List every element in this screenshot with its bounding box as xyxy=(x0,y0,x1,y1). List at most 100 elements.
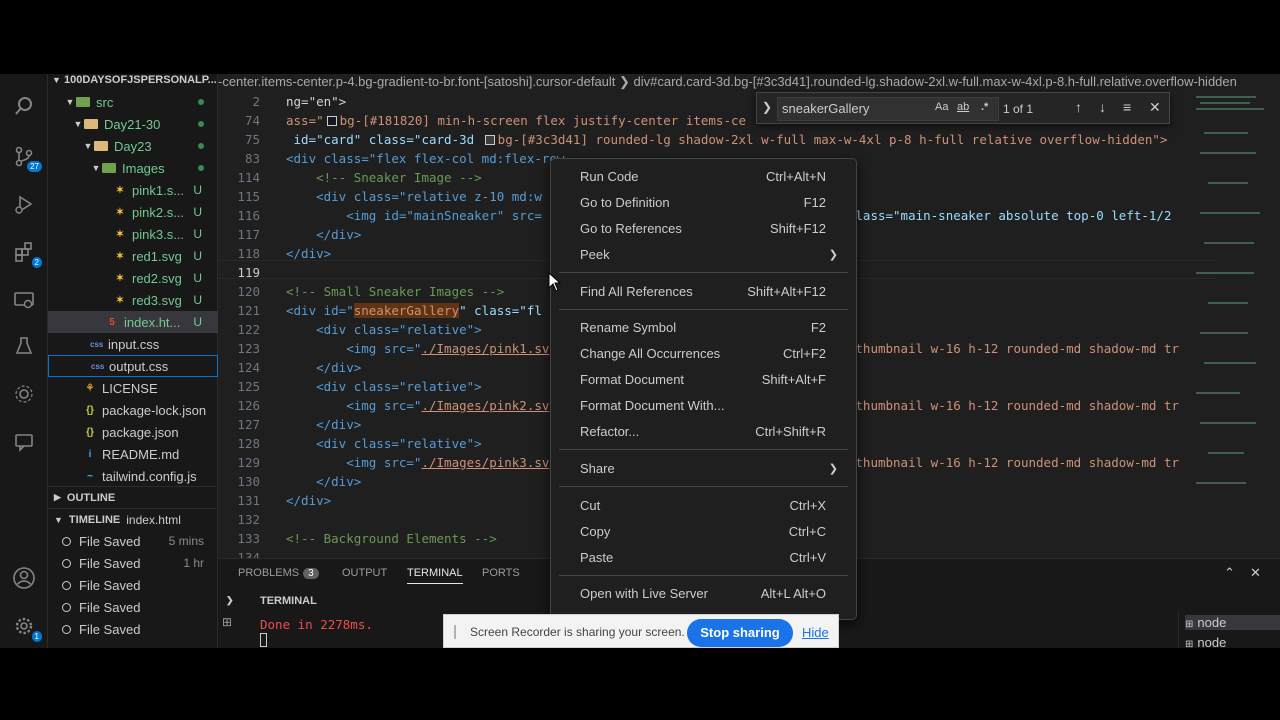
terminal-title: TERMINAL xyxy=(260,595,317,607)
breadcrumb[interactable]: -center.items-center.p-4.bg-gradient-to-… xyxy=(218,74,1280,92)
tab-terminal[interactable]: TERMINAL xyxy=(407,567,463,584)
stop-sharing-button[interactable]: Stop sharing xyxy=(687,619,793,647)
chevron-down-icon: ▼ xyxy=(73,119,83,129)
tree-folder-src[interactable]: ▼ src xyxy=(48,91,218,113)
code-text: bg-[#3c3d41] rounded-lg shadow-2xl w-ful… xyxy=(497,132,1168,147)
menu-separator xyxy=(559,575,848,576)
line-number: 132 xyxy=(237,512,260,527)
remote-explorer-icon[interactable] xyxy=(10,286,38,314)
match-whole-word-icon[interactable]: ab xyxy=(957,101,969,113)
tree-folder-day21-30[interactable]: ▼ Day21-30 xyxy=(48,113,218,135)
find-widget: ❯ sneakerGallery Aa ab .* 1 of 1 ↑ ↓ ≡ ✕ xyxy=(756,92,1170,124)
close-panel-icon[interactable]: ✕ xyxy=(1250,565,1261,581)
menu-item-run-code[interactable]: Run Code Ctrl+Alt+N xyxy=(555,163,852,189)
tab-ports[interactable]: PORTS xyxy=(482,567,520,579)
match-count: 1 of 1 xyxy=(1003,102,1034,116)
previous-match-icon[interactable]: ↑ xyxy=(1075,99,1082,115)
timeline-entry-time: 1 hr xyxy=(183,556,204,570)
tree-label: input.css xyxy=(108,336,160,352)
timeline-entry[interactable]: File Saved xyxy=(48,574,218,596)
menu-item-change-all-occurrences[interactable]: Change All Occurrences Ctrl+F2 xyxy=(555,340,852,366)
code-text: </div> xyxy=(286,493,332,508)
tree-label: Images xyxy=(122,160,165,176)
code-link[interactable]: ./Images/pink2.sv xyxy=(421,398,549,413)
menu-item-open-with-live-server[interactable]: Open with Live Server Alt+L Alt+O xyxy=(555,580,852,606)
menu-item-go-to-definition[interactable]: Go to Definition F12 xyxy=(555,189,852,215)
line-number: 117 xyxy=(237,227,260,242)
untracked-badge: U xyxy=(193,205,202,219)
menu-item-copy[interactable]: Copy Ctrl+C xyxy=(555,518,852,544)
run-debug-icon[interactable] xyxy=(10,190,38,218)
timeline-section-header[interactable]: ▼ TIMELINE index.html xyxy=(48,508,218,530)
terminal-instance[interactable]: ⊞ node xyxy=(1185,615,1280,630)
tree-file-red2[interactable]: ✶ red2.svg U xyxy=(48,267,218,289)
code-text: <img id="mainSneaker" src= xyxy=(286,208,542,223)
menu-item-format-document-with[interactable]: Format Document With... xyxy=(555,392,852,418)
tree-file-pink1[interactable]: ✶ pink1.s... U xyxy=(48,179,218,201)
explorer-root-title[interactable]: ▼ 100DAYSOFJSPERSONALP... xyxy=(52,74,218,88)
tree-label: tailwind.config.js xyxy=(102,468,197,484)
use-regex-icon[interactable]: .* xyxy=(981,101,988,113)
tab-problems[interactable]: PROBLEMS 3 xyxy=(238,567,319,579)
timeline-entry[interactable]: File Saved xyxy=(48,618,218,640)
tree-folder-day23[interactable]: ▼ Day23 xyxy=(48,135,218,157)
timeline-entry-label: File Saved xyxy=(79,599,141,615)
tree-file-output-css[interactable]: css output.css xyxy=(48,355,218,377)
hide-link[interactable]: Hide xyxy=(802,625,829,640)
tree-file-red1[interactable]: ✶ red1.svg U xyxy=(48,245,218,267)
tab-output[interactable]: OUTPUT xyxy=(342,567,387,579)
menu-item-paste[interactable]: Paste Ctrl+V xyxy=(555,544,852,570)
tree-label: Day23 xyxy=(114,138,152,154)
tree-folder-images[interactable]: ▼ Images xyxy=(48,157,218,179)
menu-item-cut[interactable]: Cut Ctrl+X xyxy=(555,492,852,518)
menu-item-go-to-references[interactable]: Go to References Shift+F12 xyxy=(555,215,852,241)
minimap[interactable] xyxy=(1190,92,1270,558)
mouse-pointer-icon xyxy=(548,272,562,292)
testing-icon[interactable] xyxy=(10,332,38,360)
tree-file-index-html[interactable]: 5 index.ht... U xyxy=(48,311,218,333)
timeline-entry[interactable]: File Saved xyxy=(48,596,218,618)
timeline-entry[interactable]: File Saved 5 mins xyxy=(48,530,218,552)
timeline-entry[interactable]: File Saved 1 hr xyxy=(48,552,218,574)
maximize-panel-icon[interactable]: ⌃ xyxy=(1224,565,1235,581)
next-match-icon[interactable]: ↓ xyxy=(1099,99,1106,115)
chevron-down-icon: ❯ xyxy=(226,595,234,605)
chat-icon[interactable] xyxy=(10,428,38,456)
menu-item-refactor[interactable]: Refactor... Ctrl+Shift+R xyxy=(555,418,852,444)
terminal-instance[interactable]: ⊞ node xyxy=(1185,635,1226,648)
toggle-replace-chevron-icon[interactable]: ❯ xyxy=(762,100,772,114)
line-number: 118 xyxy=(237,246,260,261)
search-icon[interactable] xyxy=(10,92,38,120)
code-link[interactable]: ./Images/pink3.sv xyxy=(421,455,549,470)
images-folder-icon xyxy=(102,163,116,173)
tree-file-input-css[interactable]: css input.css xyxy=(48,333,218,355)
settings-gear-icon[interactable]: 1 xyxy=(10,612,42,642)
menu-item-share[interactable]: Share ❯ xyxy=(555,455,852,481)
extensions-badge: 2 xyxy=(31,257,42,268)
code-text: ng="en"> xyxy=(286,94,347,109)
docker-icon[interactable] xyxy=(10,380,38,408)
tree-file-package-lock[interactable]: {} package-lock.json xyxy=(48,399,218,421)
tree-file-package-json[interactable]: {} package.json xyxy=(48,421,218,443)
source-control-icon[interactable]: 27 xyxy=(10,142,42,172)
drag-handle-icon[interactable] xyxy=(454,625,456,639)
close-icon[interactable]: ✕ xyxy=(1149,99,1161,116)
tree-file-pink3[interactable]: ✶ pink3.s... U xyxy=(48,223,218,245)
outline-section-header[interactable]: ▶ OUTLINE xyxy=(48,486,218,508)
match-case-icon[interactable]: Aa xyxy=(935,101,948,113)
menu-item-format-document[interactable]: Format Document Shift+Alt+F xyxy=(555,366,852,392)
line-number: 74 xyxy=(244,113,260,128)
extensions-icon[interactable]: 2 xyxy=(10,238,42,268)
menu-item-peek[interactable]: Peek ❯ xyxy=(555,241,852,267)
menu-item-rename-symbol[interactable]: Rename Symbol F2 xyxy=(555,314,852,340)
account-icon[interactable] xyxy=(10,564,38,592)
find-in-selection-icon[interactable]: ≡ xyxy=(1123,99,1131,115)
code-link[interactable]: ./Images/pink1.sv xyxy=(421,341,549,356)
tree-file-readme[interactable]: i README.md xyxy=(48,443,218,465)
tree-file-license[interactable]: ⚘ LICENSE xyxy=(48,377,218,399)
tree-file-pink2[interactable]: ✶ pink2.s... U xyxy=(48,201,218,223)
line-number: 114 xyxy=(237,170,260,185)
tree-file-red3[interactable]: ✶ red3.svg U xyxy=(48,289,218,311)
menu-item-find-all-references[interactable]: Find All References Shift+Alt+F12 xyxy=(555,278,852,304)
tree-file-tailwind-config[interactable]: ~ tailwind.config.js xyxy=(48,465,218,487)
